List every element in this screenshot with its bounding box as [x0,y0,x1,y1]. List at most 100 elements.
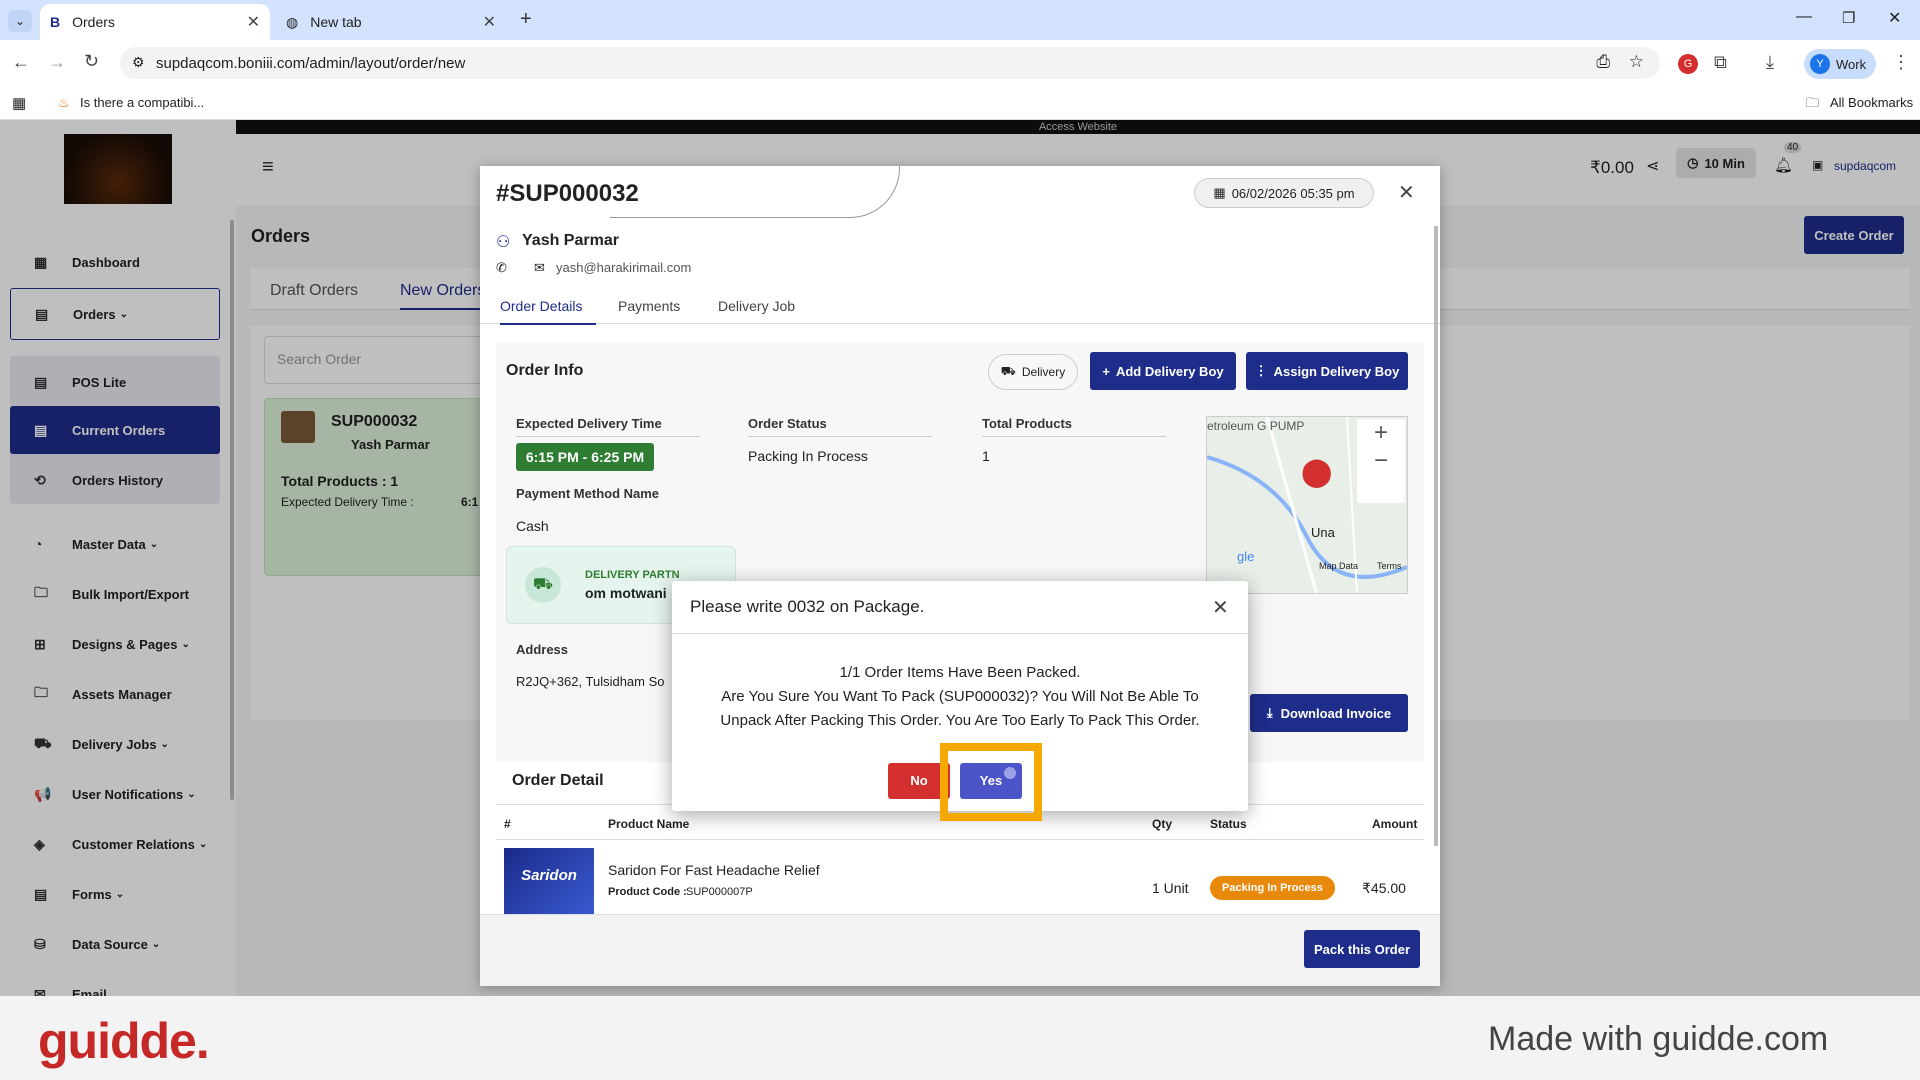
order-detail-modal: #SUP000032 ▦ 06/02/2026 05:35 pm ✕ ⚇ Yash… [480,166,1440,986]
globe-icon: ◍ [286,13,299,30]
map-city-label: Una [1311,525,1335,540]
reload-icon[interactable]: ↻ [84,51,99,72]
close-icon[interactable]: ✕ [1398,180,1415,205]
total-label: Total Products [982,416,1073,431]
forward-icon[interactable]: → [48,52,66,73]
delivery-partner-name: om motwani [585,585,667,601]
close-icon[interactable]: ✕ [1212,595,1229,620]
bookmark-star-icon[interactable]: ☆ [1629,52,1644,72]
click-indicator [1004,767,1016,779]
map-pin-icon: ⬤ [1301,456,1333,487]
download-invoice-button[interactable]: ⤓ Download Invoice [1250,694,1408,732]
site-info-icon[interactable]: ⚙ [132,54,145,71]
plus-icon: + [1102,363,1110,379]
download-icon[interactable]: ⤓ [1766,52,1774,73]
product-name: Saridon For Fast Headache Relief [608,862,820,878]
close-tab-icon[interactable]: ✕ [483,12,496,32]
pack-order-button[interactable]: Pack this Order [1304,930,1420,968]
menu-kebab-icon[interactable]: ⋮ [1892,52,1910,73]
status-value: Packing In Process [748,448,868,464]
address-label: Address [516,642,569,657]
assign-delivery-boy-button[interactable]: ⋮ Assign Delivery Boy [1246,352,1408,390]
dialog-message: 1/1 Order Items Have Been Packed. Are Yo… [720,664,1200,729]
app-root: Access Website ▦ Dashboard ▤ Orders ⌄ ▤ POS … [0,120,1920,996]
divider [982,436,1166,437]
restore-icon[interactable]: ❐ [1842,9,1855,27]
map[interactable]: etroleum G PUMP ⬤ + − Una gle Map Data Te… [1206,416,1408,594]
site-favicon-icon: B [50,14,61,30]
customer-email: yash@harakirimail.com [556,260,692,275]
tab-order-details[interactable]: Order Details [500,298,597,325]
avatar: Y [1810,54,1830,74]
install-icon[interactable]: ⎙ [1596,52,1610,72]
pack-confirm-dialog: Please write 0032 on Package. ✕ 1/1 Orde… [672,581,1248,821]
map-data-label[interactable]: Map Data [1319,561,1358,571]
map-place-label: etroleum G PUMP [1207,419,1305,433]
modal-scrollbar[interactable] [1434,226,1438,846]
status-label: Order Status [748,416,827,431]
delivery-chip[interactable]: ⛟ Delivery [988,354,1078,390]
extensions-puzzle-icon[interactable]: ⧉ [1714,52,1727,73]
apps-grid-icon[interactable]: ▦ [12,94,26,112]
email-icon: ✉ [534,260,545,275]
close-window-icon[interactable]: ✕ [1888,8,1901,28]
back-icon[interactable]: ← [12,52,30,73]
order-info-title: Order Info [506,362,584,379]
delivery-partner-label: DELIVERY PARTN [585,569,680,581]
table-row: Saridon Saridon For Fast Headache Relief… [496,840,1424,916]
close-tab-icon[interactable]: ✕ [247,12,260,32]
made-with-guidde: Made with guidde.com [1488,1020,1829,1058]
guidde-logo: guidde. [38,1013,210,1069]
expected-label: Expected Delivery Time [516,416,662,431]
dialog-title: Please write 0032 on Package. [690,597,925,616]
bookmark-favicon-icon: ♨ [58,95,70,110]
download-icon: ⤓ [1266,705,1273,720]
address-value: R2JQ+362, Tulsidham So [516,674,665,689]
order-datetime: ▦ 06/02/2026 05:35 pm [1194,178,1374,208]
status-badge: Packing In Process [1210,876,1335,900]
zoom-out-icon[interactable]: − [1357,447,1405,475]
profile-button[interactable]: Y Work [1804,49,1876,79]
tab-orders[interactable]: B Orders ✕ [40,4,270,40]
total-value: 1 [982,448,990,464]
tab-payments[interactable]: Payments [618,298,680,314]
map-terms-link[interactable]: Terms [1377,561,1402,571]
tab-delivery-job[interactable]: Delivery Job [718,298,795,314]
payment-label: Payment Method Name [516,486,660,501]
zoom-in-icon[interactable]: + [1357,419,1405,447]
divider [672,633,1248,634]
product-code-label: Product Code : [608,886,687,898]
all-bookmarks[interactable]: All Bookmarks [1830,95,1913,110]
divider [748,436,932,437]
tab-search-icon[interactable]: ⌄ [8,10,32,32]
tab-new-tab[interactable]: ◍ New tab ✕ [276,4,506,40]
guidde-footer: guidde. Made with guidde.com [0,996,1920,1080]
scooter-icon: ⛟ [1000,364,1016,378]
address-bar[interactable]: ⚙ supdaqcom.boniii.com/admin/layout/orde… [120,47,1660,79]
scooter-icon: ⛟ [525,567,561,603]
extension-icon[interactable]: G [1678,54,1698,74]
browser-tabstrip: ⌄ B Orders ✕ ◍ New tab ✕ + — ❐ ✕ [0,0,1920,40]
google-logo: gle [1237,549,1255,564]
minimize-icon[interactable]: — [1796,8,1812,26]
title-divider [610,166,900,218]
product-code: SUP000007P [686,886,753,898]
add-delivery-boy-button[interactable]: + Add Delivery Boy [1090,352,1236,390]
product-amount: ₹45.00 [1362,880,1406,896]
calendar-icon: ▦ [1213,185,1226,200]
product-image: Saridon [504,848,594,916]
new-tab-icon[interactable]: + [520,8,532,31]
kebab-icon: ⋮ [1254,363,1268,378]
customer-name: Yash Parmar [522,232,619,249]
modal-footer [480,914,1440,986]
phone-icon[interactable]: ✆ [496,260,507,276]
payment-value: Cash [516,518,549,534]
folder-icon: 🗀 [1806,95,1820,110]
expected-time-badge: 6:15 PM - 6:25 PM [516,443,654,471]
product-qty: 1 Unit [1152,880,1189,896]
bookmark-item[interactable]: Is there a compatibi... [80,95,204,110]
bookmarks-bar: ▦ ♨ Is there a compatibi... 🗀 All Bookma… [0,86,1920,120]
map-zoom-controls[interactable]: + − [1357,419,1405,503]
divider [516,436,700,437]
order-detail-title: Order Detail [512,772,604,789]
